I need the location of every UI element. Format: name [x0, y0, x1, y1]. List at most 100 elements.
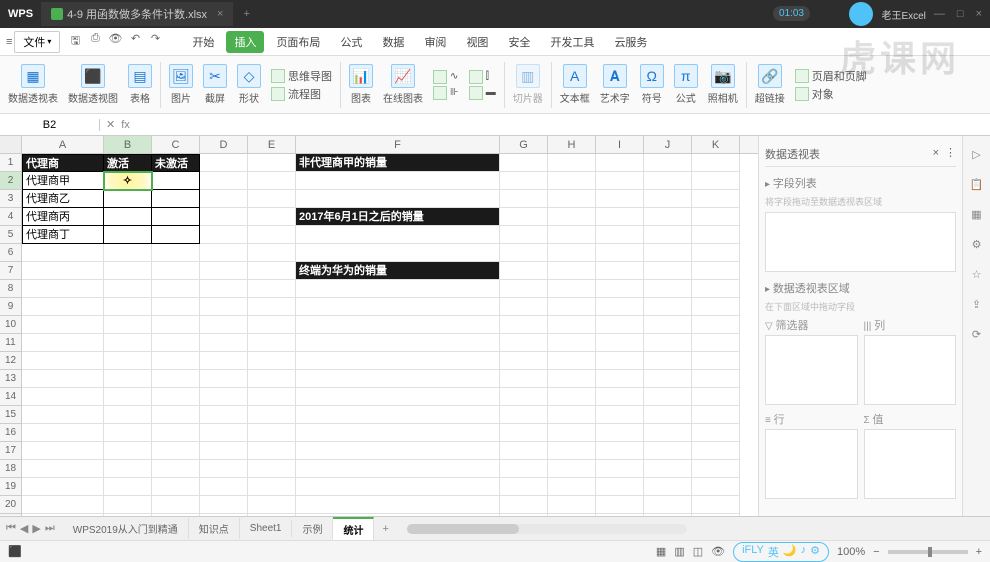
cell[interactable] [500, 208, 548, 226]
add-sheet-button[interactable]: + [374, 523, 396, 535]
cell[interactable] [22, 334, 104, 352]
cell[interactable] [692, 496, 740, 514]
col-header[interactable]: J [644, 136, 692, 153]
cell[interactable] [644, 316, 692, 334]
cell[interactable] [644, 496, 692, 514]
view-normal-icon[interactable]: ▦ [656, 545, 666, 558]
view-break-icon[interactable]: ◫ [693, 545, 703, 558]
cell[interactable] [548, 226, 596, 244]
first-sheet-icon[interactable]: ⏮ [6, 522, 16, 535]
flowchart-button[interactable]: 流程图 [271, 86, 332, 102]
cell[interactable] [22, 388, 104, 406]
maximize-icon[interactable]: □ [957, 8, 964, 20]
cell[interactable] [22, 298, 104, 316]
cell[interactable] [248, 262, 296, 280]
cell[interactable] [296, 316, 500, 334]
cell[interactable] [548, 496, 596, 514]
cell[interactable] [548, 316, 596, 334]
cell[interactable] [596, 244, 644, 262]
col-header[interactable]: B [104, 136, 152, 153]
cell[interactable] [200, 226, 248, 244]
col-header[interactable]: A [22, 136, 104, 153]
cell[interactable] [500, 298, 548, 316]
cell[interactable] [200, 442, 248, 460]
cell[interactable] [248, 496, 296, 514]
prev-sheet-icon[interactable]: ◀ [20, 522, 28, 535]
cell[interactable] [692, 262, 740, 280]
undo-icon[interactable]: ↶ [128, 32, 142, 51]
cell[interactable] [248, 208, 296, 226]
cell[interactable]: 代理商乙 [22, 190, 104, 208]
cell[interactable] [296, 514, 500, 516]
tab-formula[interactable]: 公式 [332, 31, 370, 53]
ime-indicator[interactable]: iFLY英🌙♪⚙ [733, 542, 829, 562]
camera-button[interactable]: 📷照相机 [704, 64, 742, 105]
zoom-slider[interactable] [888, 550, 968, 554]
cell[interactable] [296, 460, 500, 478]
cell[interactable] [596, 172, 644, 190]
tab-review[interactable]: 审阅 [416, 31, 454, 53]
cell[interactable] [500, 442, 548, 460]
col-header[interactable]: K [692, 136, 740, 153]
cell[interactable] [644, 154, 692, 172]
cell[interactable] [22, 370, 104, 388]
row-header[interactable]: 10 [0, 316, 22, 334]
cell[interactable]: 代理商 [22, 154, 104, 172]
cell[interactable] [200, 208, 248, 226]
cell[interactable] [596, 478, 644, 496]
cell[interactable] [644, 226, 692, 244]
cell[interactable] [152, 316, 200, 334]
equation-button[interactable]: π公式 [670, 64, 702, 105]
sparkline-wl[interactable]: ▬ [469, 86, 496, 100]
cell[interactable] [104, 244, 152, 262]
cell[interactable] [548, 280, 596, 298]
document-tab[interactable]: 4-9 用函数做多条件计数.xlsx × [41, 2, 233, 26]
cell[interactable] [200, 514, 248, 516]
close-icon[interactable]: × [976, 8, 982, 20]
cell[interactable] [200, 316, 248, 334]
cell[interactable] [644, 370, 692, 388]
row-area[interactable] [765, 429, 858, 499]
cell[interactable] [644, 298, 692, 316]
cell[interactable] [596, 316, 644, 334]
cell[interactable] [692, 478, 740, 496]
cell[interactable] [596, 298, 644, 316]
cell[interactable] [296, 352, 500, 370]
cell[interactable] [692, 460, 740, 478]
cell[interactable] [500, 514, 548, 516]
header-footer-button[interactable]: 页眉和页脚 [795, 68, 867, 84]
cell[interactable] [104, 280, 152, 298]
cell[interactable] [248, 244, 296, 262]
tab-layout[interactable]: 页面布局 [268, 31, 328, 53]
cell[interactable] [644, 262, 692, 280]
cell[interactable] [152, 496, 200, 514]
cell[interactable] [152, 514, 200, 516]
row-header[interactable]: 15 [0, 406, 22, 424]
row-header[interactable]: 5 [0, 226, 22, 244]
cell[interactable] [548, 244, 596, 262]
textbox-button[interactable]: A文本框 [556, 64, 594, 105]
cell[interactable] [548, 424, 596, 442]
cell[interactable] [22, 406, 104, 424]
close-tab-icon[interactable]: × [217, 8, 223, 20]
cell[interactable] [596, 442, 644, 460]
cell[interactable] [296, 280, 500, 298]
sparkline-col[interactable]: ⫿ [469, 70, 496, 84]
sparkline-bar[interactable]: ⊪ [433, 86, 459, 100]
row-header[interactable]: 19 [0, 478, 22, 496]
cell[interactable] [692, 442, 740, 460]
cell[interactable] [644, 514, 692, 516]
name-box[interactable]: B2 [0, 119, 100, 131]
cell[interactable] [296, 298, 500, 316]
row-header[interactable]: 12 [0, 352, 22, 370]
cell[interactable] [152, 334, 200, 352]
cell[interactable] [500, 460, 548, 478]
cell[interactable] [248, 352, 296, 370]
cell[interactable] [692, 226, 740, 244]
cell[interactable] [692, 154, 740, 172]
tab-devtools[interactable]: 开发工具 [542, 31, 602, 53]
cell[interactable] [548, 370, 596, 388]
sheet-tab[interactable]: WPS2019从入门到精通 [63, 518, 189, 539]
cell[interactable] [104, 478, 152, 496]
cell[interactable] [296, 496, 500, 514]
